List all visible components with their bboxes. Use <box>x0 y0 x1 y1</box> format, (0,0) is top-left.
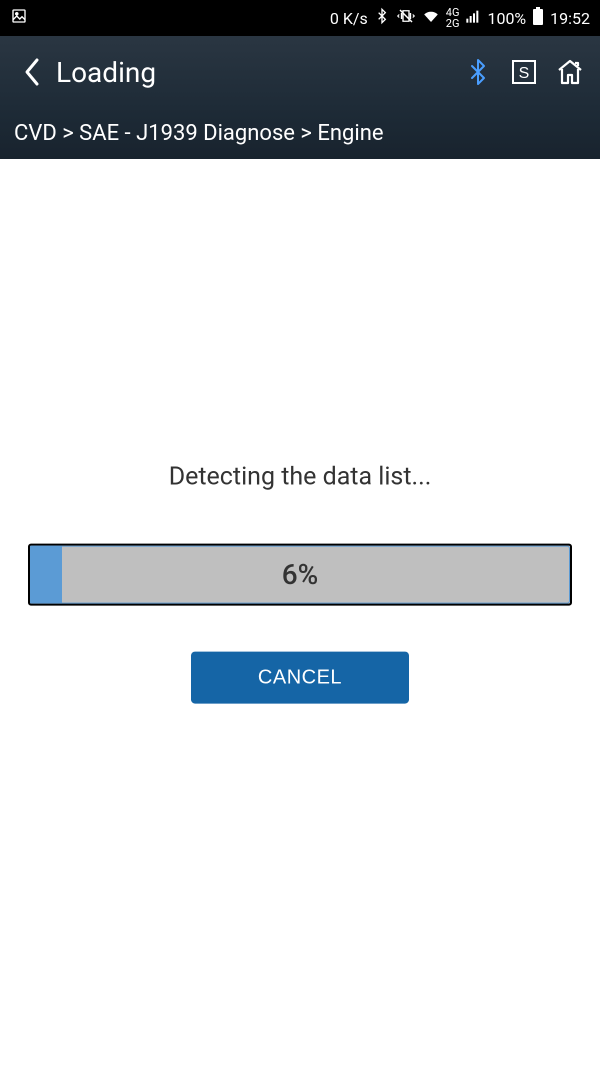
page-title: Loading <box>56 56 450 89</box>
progress-text: 6% <box>282 558 319 591</box>
network-type-text: 4G 2G <box>446 7 460 29</box>
image-indicator-icon <box>10 7 28 29</box>
progress-fill <box>30 546 62 604</box>
back-button[interactable] <box>18 58 46 86</box>
wifi-icon <box>422 7 440 29</box>
s-box-icon[interactable]: S <box>506 54 542 90</box>
bluetooth-action-icon[interactable] <box>460 54 496 90</box>
home-icon[interactable] <box>552 54 588 90</box>
cancel-button[interactable]: CANCEL <box>191 652 409 704</box>
clock-text: 19:52 <box>550 9 590 28</box>
signal-icon <box>465 8 481 28</box>
main-content: Detecting the data list... 6% CANCEL <box>0 159 600 1065</box>
vibrate-icon <box>396 7 416 29</box>
android-status-bar: 0 K/s 4G 2G <box>0 0 600 36</box>
battery-icon <box>532 7 544 29</box>
data-rate-text: 0 K/s <box>330 9 368 28</box>
progress-bar: 6% <box>28 544 572 606</box>
app-header: Loading S <box>0 36 600 108</box>
bluetooth-icon <box>374 7 390 29</box>
loading-message: Detecting the data list... <box>169 463 432 492</box>
breadcrumb: CVD > SAE - J1939 Diagnose > Engine <box>0 108 600 159</box>
battery-pct-text: 100% <box>487 9 526 28</box>
svg-text:S: S <box>519 65 530 82</box>
